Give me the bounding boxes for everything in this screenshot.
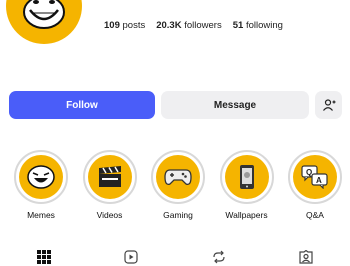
profile-tabs	[0, 250, 350, 266]
svg-text:A: A	[316, 176, 322, 185]
add-person-button[interactable]	[315, 91, 342, 119]
reels-icon	[124, 250, 138, 264]
grid-icon	[36, 250, 51, 264]
highlight-label: Memes	[27, 210, 55, 220]
add-person-icon	[322, 99, 335, 111]
phone-icon	[239, 165, 254, 189]
clapperboard-icon	[98, 166, 121, 187]
troll-face-icon	[23, 0, 65, 29]
gamepad-icon	[164, 169, 192, 185]
profile-avatar[interactable]	[6, 0, 82, 44]
highlight-wallpapers[interactable]: Wallpapers	[216, 150, 278, 220]
profile-stats: 109 posts 20.3K followers 51 following	[104, 20, 283, 31]
highlight-memes[interactable]: Memes	[10, 150, 72, 220]
tab-posts[interactable]	[34, 250, 54, 266]
speech-bubbles-icon: Q A	[301, 165, 328, 189]
profile-actions: Follow Message	[9, 91, 342, 119]
highlight-label: Wallpapers	[225, 210, 268, 220]
laughing-face-icon	[27, 165, 55, 189]
highlight-gaming[interactable]: Gaming	[147, 150, 209, 220]
tab-reels[interactable]	[121, 250, 141, 266]
highlight-label: Q&A	[306, 210, 324, 220]
svg-text:Q: Q	[306, 168, 312, 177]
stat-following[interactable]: 51 following	[233, 20, 283, 31]
tab-reposts[interactable]	[209, 250, 229, 266]
message-button[interactable]: Message	[161, 91, 309, 119]
tab-tagged[interactable]	[296, 250, 316, 266]
highlight-qa[interactable]: Q A Q&A	[284, 150, 346, 220]
highlight-videos[interactable]: Videos	[79, 150, 141, 220]
highlight-label: Gaming	[163, 210, 193, 220]
follow-button[interactable]: Follow	[9, 91, 155, 119]
repost-icon	[213, 250, 225, 264]
stat-posts[interactable]: 109 posts	[104, 20, 145, 31]
highlight-label: Videos	[96, 210, 123, 220]
tagged-icon	[299, 250, 313, 264]
story-highlights: Memes Videos Gaming Wallpapers Q A Q&A	[10, 150, 346, 220]
stat-followers[interactable]: 20.3K followers	[156, 20, 222, 31]
